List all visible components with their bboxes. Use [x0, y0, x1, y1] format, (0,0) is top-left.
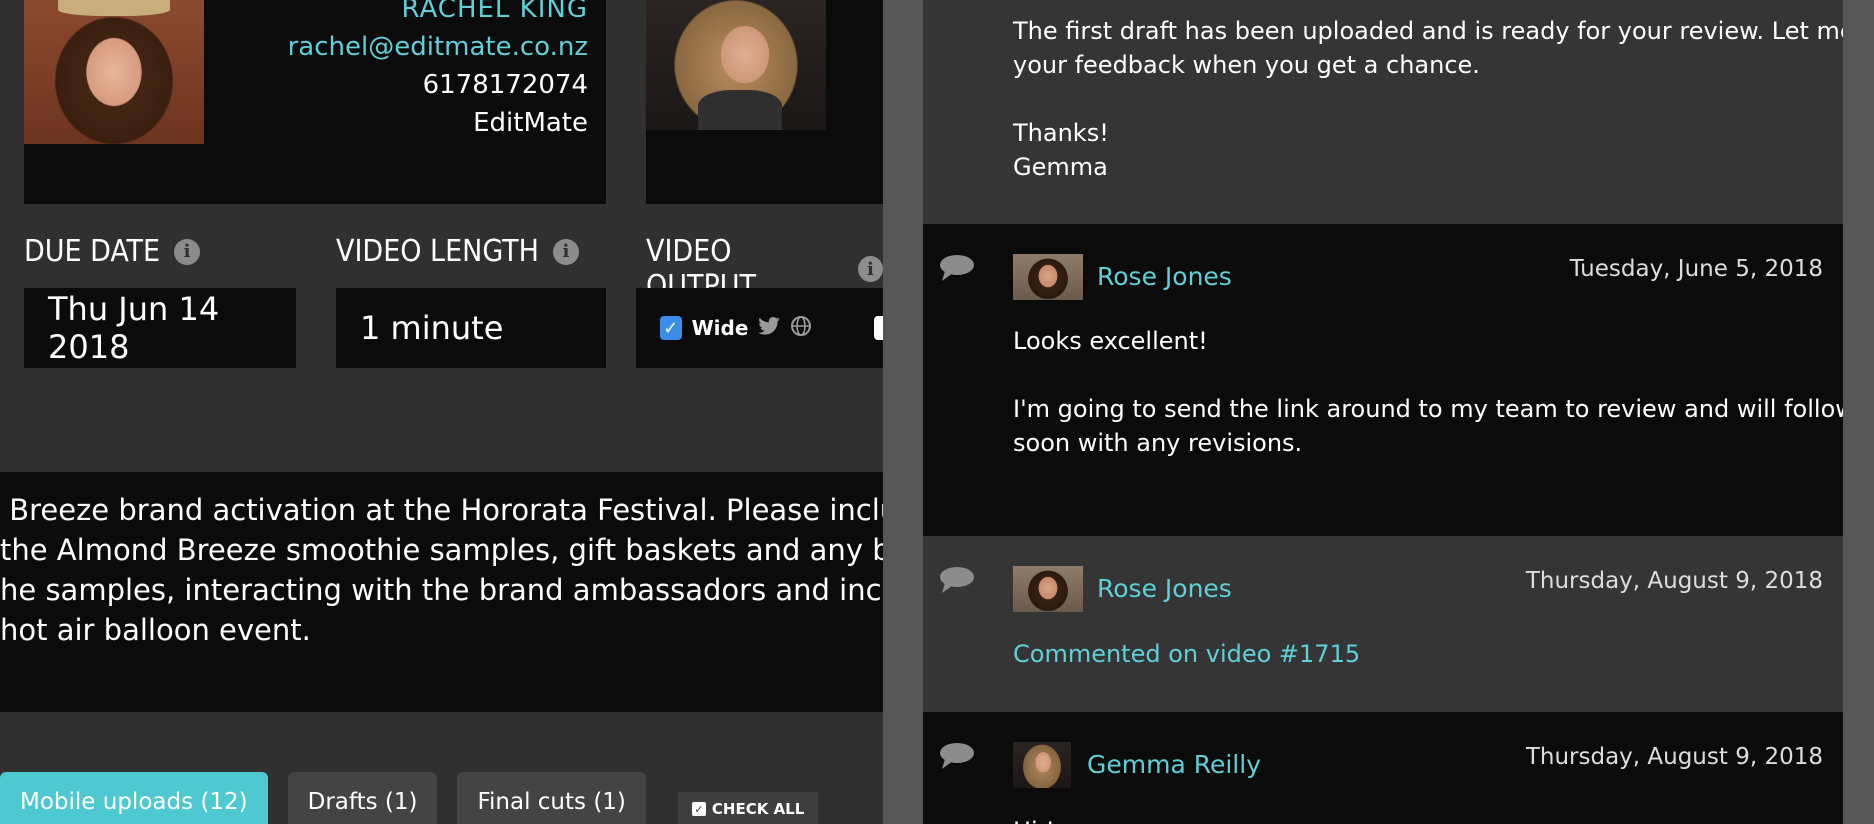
video-length-label-text: VIDEO LENGTH — [336, 234, 539, 269]
author-name[interactable]: Rose Jones — [1097, 574, 1232, 603]
info-icon[interactable]: i — [552, 238, 579, 265]
description-text: Breeze brand activation at the Hororata … — [0, 493, 883, 647]
project-panel: RACHEL KING rachel@editmate.co.nz 617817… — [0, 0, 883, 824]
editor-contact-card — [646, 0, 883, 204]
commented-on-video-link[interactable]: Commented on video #1715 — [1013, 640, 1360, 668]
message-item: Rose Jones Tuesday, June 5, 2018 Looks e… — [923, 224, 1843, 536]
message-item: Gemma Reilly Thursday, August 9, 2018 Hi… — [923, 712, 1843, 824]
client-avatar — [24, 0, 204, 144]
contact-email-link[interactable]: rachel@editmate.co.nz — [288, 28, 588, 66]
tab-final-cuts[interactable]: Final cuts (1) — [457, 772, 646, 824]
message-date: Tuesday, June 5, 2018 — [1569, 256, 1823, 282]
message-text: Hi ! — [1013, 814, 1055, 824]
contact-name[interactable]: RACHEL KING — [288, 0, 588, 28]
message-text: Looks excellent! I'm going to send the l… — [1013, 327, 1843, 457]
video-output-options: ✓ Wide — [636, 288, 883, 368]
video-length-label: VIDEO LENGTH i — [336, 234, 579, 269]
check-all-label: CHECK ALL — [711, 800, 805, 818]
check-all-button[interactable]: ✓ CHECK ALL — [677, 792, 819, 824]
check-all-icon: ✓ — [691, 802, 706, 816]
contact-phone: 6178172074 — [422, 70, 588, 100]
due-date-label: DUE DATE i — [24, 234, 201, 269]
author-avatar — [1013, 742, 1071, 788]
comment-icon — [939, 254, 975, 281]
message-thread: The first draft has been uploaded and is… — [923, 0, 1843, 824]
message-item: Rose Jones Thursday, August 9, 2018 Comm… — [923, 536, 1843, 712]
globe-icon — [790, 315, 812, 342]
message-date: Thursday, August 9, 2018 — [1525, 568, 1823, 594]
message-text: The first draft has been uploaded and is… — [1013, 17, 1843, 181]
contact-company: EditMate — [473, 108, 588, 138]
author-name[interactable]: Rose Jones — [1097, 262, 1232, 291]
due-date-field[interactable]: Thu Jun 14 2018 — [24, 288, 296, 368]
uploads-tabs: Mobile uploads (12) Drafts (1) Final cut… — [0, 772, 819, 824]
output-checkbox-2[interactable] — [874, 316, 883, 340]
panel-divider — [883, 0, 923, 824]
author-avatar — [1013, 254, 1083, 300]
message-item: The first draft has been uploaded and is… — [923, 0, 1843, 224]
client-contact-card: RACHEL KING rachel@editmate.co.nz 617817… — [24, 0, 606, 204]
tab-drafts[interactable]: Drafts (1) — [287, 772, 438, 824]
comment-icon — [939, 566, 975, 593]
video-length-field[interactable]: 1 minute — [336, 288, 606, 368]
author-avatar — [1013, 566, 1083, 612]
due-date-label-text: DUE DATE — [24, 234, 161, 269]
info-icon[interactable]: i — [174, 238, 201, 265]
comment-icon — [939, 742, 975, 769]
author-name[interactable]: Gemma Reilly — [1087, 750, 1261, 779]
wide-checkbox[interactable]: ✓ — [660, 316, 682, 340]
project-description: Breeze brand activation at the Hororata … — [0, 472, 883, 712]
wide-label: Wide — [691, 316, 749, 340]
page-gutter — [1843, 0, 1874, 824]
info-icon[interactable]: i — [857, 256, 883, 282]
twitter-icon — [758, 316, 781, 340]
contact-details: RACHEL KING rachel@editmate.co.nz 617817… — [288, 0, 588, 142]
editor-avatar — [646, 0, 826, 130]
message-date: Thursday, August 9, 2018 — [1525, 744, 1823, 770]
tab-mobile-uploads[interactable]: Mobile uploads (12) — [0, 772, 268, 824]
